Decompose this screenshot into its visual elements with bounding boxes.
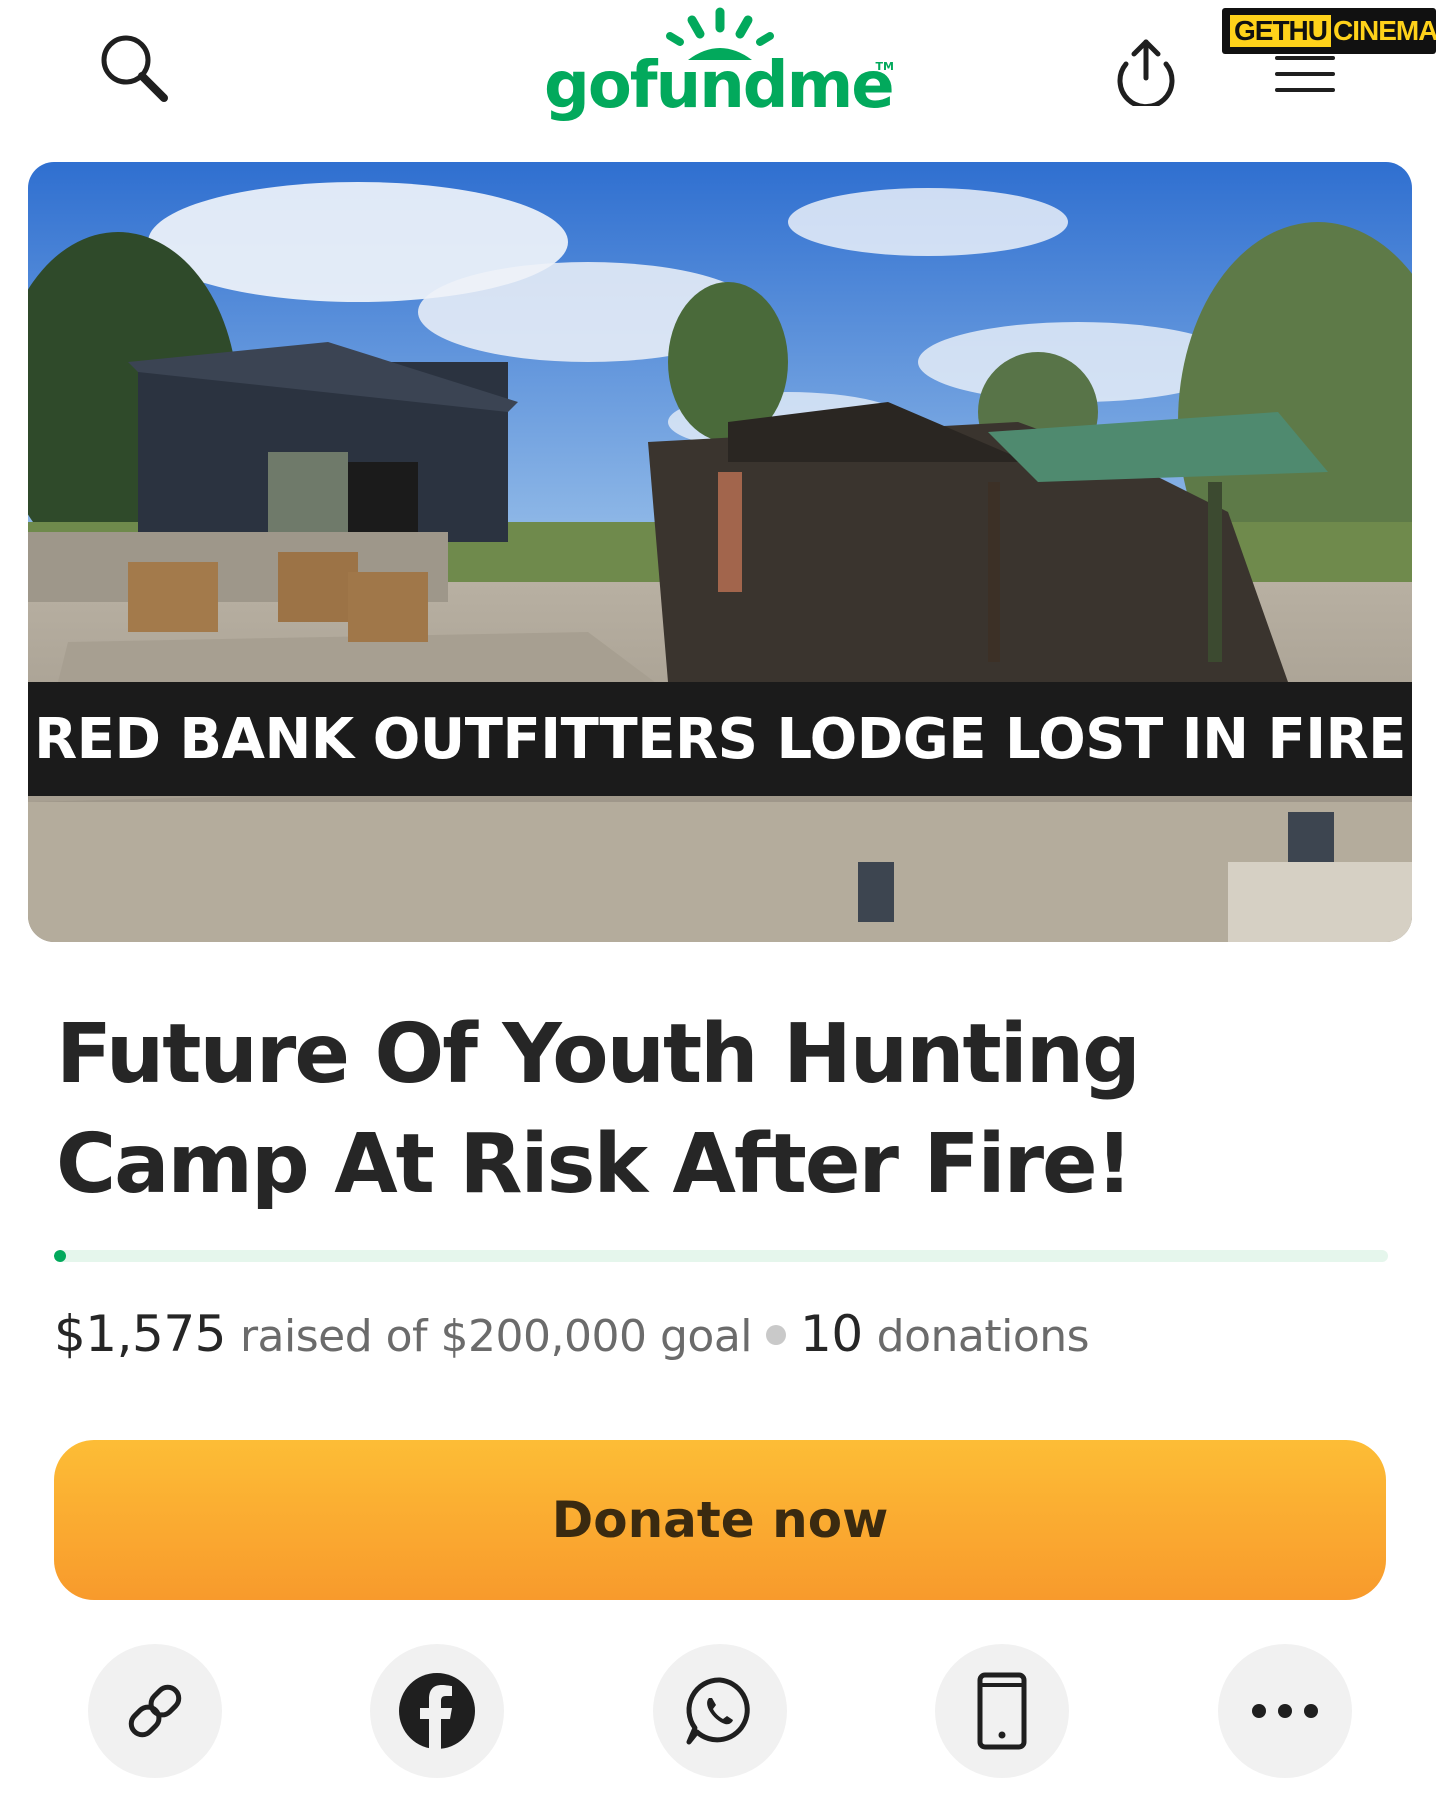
upload-share-icon: [1117, 39, 1175, 106]
logo-wordmark: gofundme: [544, 49, 895, 123]
link-icon: [128, 1684, 182, 1738]
search-button[interactable]: [92, 26, 176, 110]
watermark-badge: GETHU CINEMA: [1222, 8, 1436, 54]
donate-now-button[interactable]: Donate now: [54, 1440, 1386, 1600]
share-options: [0, 1644, 1440, 1784]
whatsapp-icon: [686, 1677, 750, 1745]
raised-amount: $1,575: [54, 1305, 226, 1363]
separator-dot: [766, 1325, 787, 1345]
search-icon: [101, 35, 168, 102]
facebook-share-button[interactable]: [370, 1644, 504, 1778]
hero-banner-text: RED BANK OUTFITTERS LODGE LOST IN FIRE: [28, 682, 1412, 796]
campaign-hero-image[interactable]: RED BANK OUTFITTERS LODGE LOST IN FIRE: [28, 162, 1412, 942]
whatsapp-share-button[interactable]: [653, 1644, 787, 1778]
phone-icon: [977, 1672, 1027, 1750]
facebook-icon: [399, 1673, 475, 1749]
sms-share-button[interactable]: [935, 1644, 1069, 1778]
share-button[interactable]: [1104, 28, 1188, 112]
watermark-text-2: CINEMA: [1333, 15, 1436, 46]
progress-bar: [54, 1250, 1388, 1262]
trademark-mark: TM: [875, 60, 894, 73]
burned-lodge-photo: [28, 162, 1412, 942]
campaign-title: Future Of Youth Hunting Camp At Risk Aft…: [56, 1007, 1141, 1212]
more-share-button[interactable]: [1218, 1644, 1352, 1778]
progress-bar-fill: [54, 1250, 66, 1262]
donation-count-label: donations: [876, 1311, 1090, 1362]
fundraising-stats: $1,575 raised of $200,000 goal 10 donati…: [54, 1305, 1090, 1365]
more-icon: [1252, 1704, 1318, 1718]
top-nav: gofundme TM GETHU CINEMA: [0, 0, 1440, 150]
gofundme-logo[interactable]: gofundme TM: [520, 6, 920, 138]
raised-goal-label: raised of $200,000 goal: [239, 1311, 753, 1362]
copy-link-button[interactable]: [88, 1644, 222, 1778]
watermark-text-1: GETHU: [1230, 15, 1331, 47]
donation-count: 10: [800, 1305, 863, 1363]
